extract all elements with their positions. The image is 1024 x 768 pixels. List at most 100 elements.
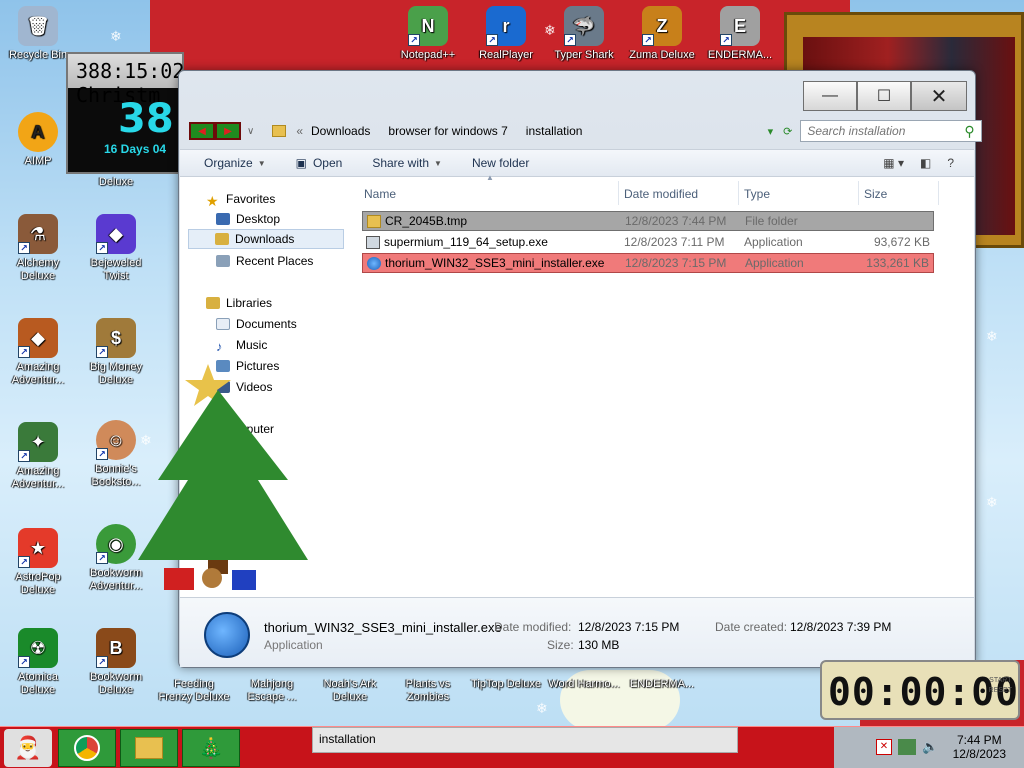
column-separator[interactable] <box>738 181 739 205</box>
stopwatch-widget[interactable]: 00:00:00 START RESET <box>820 660 1020 720</box>
column-separator[interactable] <box>938 181 939 205</box>
christmas-countdown-gadget[interactable]: 388:15:02 Christm 38 16 Days 04 <box>66 52 184 174</box>
desktop-icon-realplayer[interactable]: r ↗ RealPlayer <box>470 6 542 62</box>
realplayer-icon: r ↗ <box>486 6 526 46</box>
open-button[interactable]: ▣ Open <box>296 156 343 170</box>
refresh-icon[interactable]: ⟳ <box>783 125 792 138</box>
desktop-icon-plants-vs-zombies[interactable]: Plants vs Zombies <box>392 678 464 704</box>
music-icon: ♪ <box>216 339 223 354</box>
minimize-button[interactable]: — <box>803 81 857 111</box>
stopwatch-start-button[interactable]: START <box>989 676 1012 686</box>
desktop-icon-tiptop[interactable]: TipTop Deluxe <box>470 678 542 691</box>
desktop-icon-mahjong-escape[interactable]: Mahjong Escape ... <box>236 678 308 704</box>
desktop-icon-atomica-deluxe[interactable]: ☢ ↗ Atomica Deluxe <box>2 628 74 697</box>
new-folder-button[interactable]: New folder <box>472 156 529 170</box>
share-with-button[interactable]: Share with ▼ <box>372 156 442 170</box>
recent-pages-chevron-icon[interactable]: ∨ <box>247 126 254 137</box>
column-separator[interactable] <box>858 181 859 205</box>
alchemy-icon: ⚗ ↗ <box>18 214 58 254</box>
shortcut-arrow-icon: ↗ <box>18 656 30 668</box>
desktop-icon-label: Mahjong Escape ... <box>247 678 297 703</box>
search-box[interactable]: ⚲ <box>800 120 982 142</box>
nav-label: Recent Places <box>236 254 314 268</box>
nav-label: Documents <box>236 317 297 331</box>
desktop-icon-amazing-adventures-2[interactable]: ✦ ↗ Amazing Adventur... <box>2 422 74 491</box>
file-row[interactable]: thorium_WIN32_SSE3_mini_installer.exe 12… <box>362 253 934 273</box>
desktop-icon-enderman-1[interactable]: E ↗ ENDERMA... <box>704 6 776 62</box>
open-file-icon: ▣ <box>295 156 307 170</box>
breadcrumb-overflow-icon[interactable]: « <box>296 124 303 138</box>
address-dropdown-icon[interactable]: ▾ <box>768 125 774 138</box>
maximize-button[interactable]: ☐ <box>857 81 911 111</box>
shortcut-arrow-icon: ↗ <box>408 34 420 46</box>
zuma-icon: Z ↗ <box>642 6 682 46</box>
desktop-icon-recycle-bin[interactable]: 🗑 Recycle Bin <box>2 6 74 62</box>
breadcrumb-browser-for-windows-7[interactable]: browser for windows 7 <box>388 124 507 138</box>
view-options-icon[interactable]: ▦ ▾ <box>883 156 904 170</box>
desktop-icon-enderman-2[interactable]: ENDERMA... <box>626 678 698 691</box>
nav-music[interactable]: ♪ Music <box>216 335 267 355</box>
nav-desktop[interactable]: Desktop <box>216 209 280 229</box>
help-icon[interactable]: ? <box>947 156 954 170</box>
desktop-icon-alchemy-deluxe[interactable]: ⚗ ↗ Alchemy Deluxe <box>2 214 74 283</box>
nav-downloads[interactable]: Downloads <box>188 229 344 249</box>
column-separator[interactable] <box>618 181 619 205</box>
tray-network-icon[interactable] <box>898 739 916 755</box>
breadcrumb-downloads[interactable]: Downloads <box>311 124 370 138</box>
desktop-icon-noahs-ark[interactable]: Noah's Ark Deluxe <box>314 678 386 704</box>
forward-button[interactable]: ▶ <box>215 122 241 140</box>
folder-icon <box>135 737 163 759</box>
nav-favorites[interactable]: ★ Favorites <box>206 189 275 209</box>
file-row[interactable]: supermium_119_64_setup.exe 12/8/2023 7:1… <box>362 232 934 252</box>
close-button[interactable]: ✕ <box>911 81 967 111</box>
notepad-plus-plus-icon: N ↗ <box>408 6 448 46</box>
bookworm-book-icon: B ↗ <box>96 628 136 668</box>
search-icon[interactable]: ⚲ <box>964 123 974 140</box>
nav-documents[interactable]: Documents <box>216 314 297 334</box>
taskbar-clock[interactable]: 7:44 PM 12/8/2023 <box>953 733 1006 761</box>
nav-label: Favorites <box>226 192 276 206</box>
bookworm-glyph: ◉ <box>108 533 124 554</box>
taskbar-explorer[interactable] <box>120 729 178 767</box>
stopwatch-reset-button[interactable]: RESET <box>989 686 1012 696</box>
file-row[interactable]: CR_2045B.tmp 12/8/2023 7:44 PM File fold… <box>362 211 934 231</box>
desktop-icon-amazing-adventures-1[interactable]: ◆ ↗ Amazing Adventur... <box>2 318 74 387</box>
desktop-icon-typer-shark[interactable]: 🦈 ↗ Typer Shark <box>548 6 620 62</box>
new-folder-label: New folder <box>471 156 530 170</box>
column-header-size[interactable]: Size <box>864 183 934 205</box>
file-date-modified: 12/8/2023 7:11 PM <box>624 235 725 249</box>
desktop-icon-zuma-deluxe[interactable]: Z ↗ Zuma Deluxe <box>626 6 698 62</box>
atomica-icon: ☢ ↗ <box>18 628 58 668</box>
details-date-created-label: Date created: <box>715 620 788 634</box>
tray-action-center-icon[interactable]: ✕ <box>876 739 892 755</box>
preview-pane-icon[interactable]: ◧ <box>920 156 931 170</box>
search-input[interactable] <box>807 124 965 138</box>
back-button[interactable]: ◀ <box>189 122 215 140</box>
taskbar-chrome[interactable] <box>58 729 116 767</box>
column-header-name[interactable]: Name <box>364 183 618 205</box>
address-bar[interactable]: « Downloads browser for windows 7 instal… <box>272 119 792 143</box>
desktop-icon-notepad-plus-plus[interactable]: N ↗ Notepad++ <box>392 6 464 62</box>
desktop-icon-astropop-deluxe[interactable]: ★ ↗ AstroPop Deluxe <box>2 528 74 597</box>
taskbar-item-installation[interactable]: installation <box>312 727 738 753</box>
desktop-icon-bejeweled-twist[interactable]: ◆ ↗ Bejeweled Twist <box>80 214 152 283</box>
organize-button[interactable]: Organize ▼ <box>204 156 266 170</box>
desktop-icon-feeding-frenzy[interactable]: Feeding Frenzy Deluxe <box>158 678 230 704</box>
snowflake-icon: ❄ <box>536 700 548 716</box>
start-button[interactable]: 🎅 <box>4 729 52 767</box>
tray-volume-icon[interactable]: 🔈 <box>922 739 938 755</box>
taskbar-christmas-tree[interactable]: 🎄 <box>182 729 240 767</box>
column-header-type[interactable]: Type <box>744 183 858 205</box>
desktop-icon-aimp[interactable]: A AIMP <box>2 112 74 168</box>
desktop-icon-bookworm-deluxe[interactable]: B ↗ Bookworm Deluxe <box>80 628 152 697</box>
desktop-icon-word-harmony[interactable]: Word Harmo... <box>548 678 620 691</box>
breadcrumb-installation[interactable]: installation <box>526 124 583 138</box>
nav-recent-places[interactable]: Recent Places <box>216 251 313 271</box>
desktop-icon-deluxe[interactable]: Deluxe <box>80 176 152 189</box>
amazing-adventures-glyph: ◆ <box>31 327 45 348</box>
nav-libraries[interactable]: Libraries <box>206 293 272 313</box>
desktop-icon-label: Atomica Deluxe <box>18 671 58 696</box>
nav-label: Music <box>236 338 268 352</box>
column-header-date-modified[interactable]: Date modified <box>624 183 738 205</box>
desktop-icon-label: RealPlayer <box>479 49 533 61</box>
